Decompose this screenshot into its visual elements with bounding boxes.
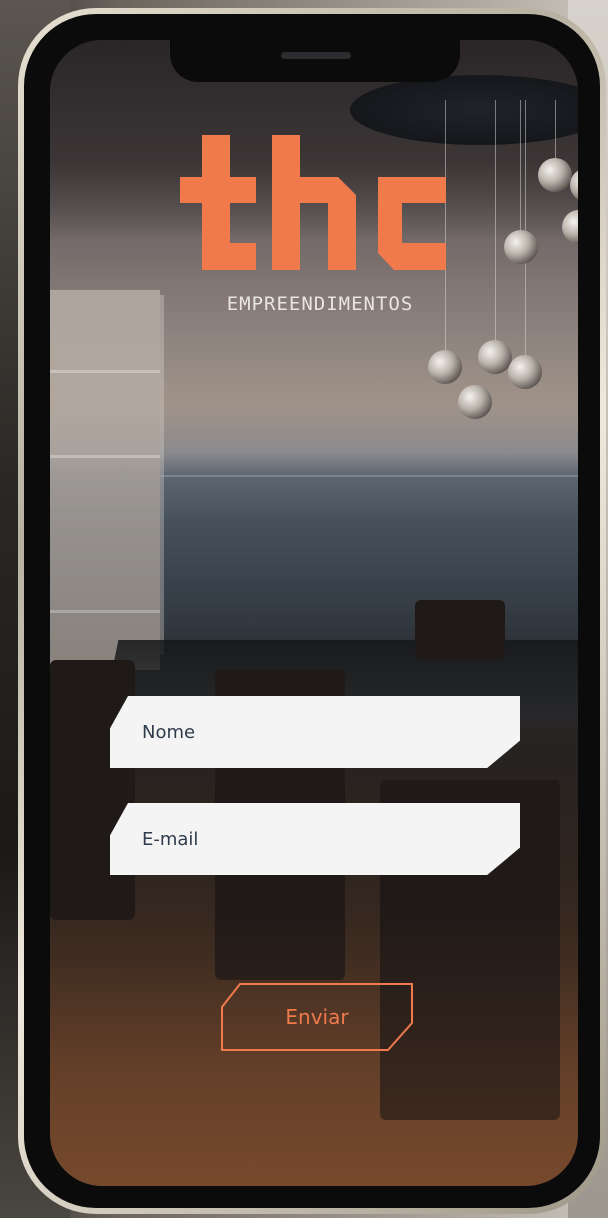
pendant-cord (520, 100, 521, 230)
logo-subtitle: EMPREENDIMENTOS (226, 293, 414, 315)
pendant-cord (525, 100, 526, 355)
pendant-lamp (478, 340, 512, 374)
phone-frame: EMPREENDIMENTOS Enviar (18, 8, 606, 1214)
sea-horizon (160, 475, 578, 477)
cabinet-shelf (50, 610, 160, 613)
phone-bezel: EMPREENDIMENTOS Enviar (24, 14, 600, 1208)
pendant-lamp (538, 158, 572, 192)
pendant-lamp (504, 230, 538, 264)
email-field[interactable] (110, 803, 520, 875)
submit-button[interactable]: Enviar (220, 983, 414, 1051)
pendant-lamp (458, 385, 492, 419)
phone-notch (170, 40, 460, 82)
pendant-lamp (428, 350, 462, 384)
background-chair (50, 660, 135, 920)
background-cabinet (50, 290, 160, 670)
pendant-lamp (508, 355, 542, 389)
submit-button-label: Enviar (285, 1005, 349, 1029)
speaker-grille (281, 52, 351, 59)
background-chair (415, 600, 505, 660)
name-input[interactable] (142, 721, 520, 743)
name-field[interactable] (110, 696, 520, 768)
cabinet-shelf (50, 455, 160, 458)
logo-wordmark (180, 135, 446, 270)
cabinet-shelf (50, 370, 160, 373)
email-input[interactable] (142, 828, 520, 850)
pendant-cord (495, 100, 496, 340)
app-screen: EMPREENDIMENTOS Enviar (50, 40, 578, 1186)
brand-logo: EMPREENDIMENTOS (180, 135, 460, 330)
pendant-cord (555, 100, 556, 160)
